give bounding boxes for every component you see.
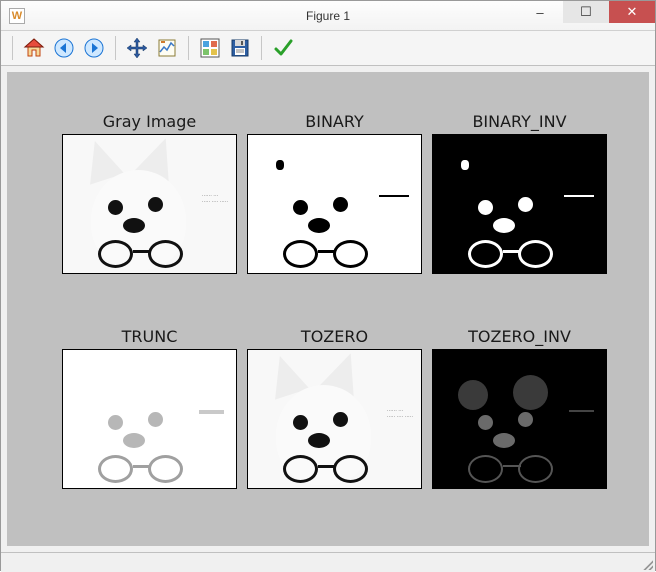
window-controls: – ☐ ✕ — [517, 1, 655, 23]
subplot-image — [432, 134, 607, 274]
figure-canvas[interactable]: Gray Image ······ ········ ···· ····· BI… — [1, 66, 655, 552]
close-button[interactable]: ✕ — [609, 1, 655, 23]
subplots-icon — [199, 37, 221, 59]
subplot-title: TOZERO_INV — [432, 327, 607, 346]
subplot-title: BINARY_INV — [432, 112, 607, 131]
subplot: BINARY — [247, 112, 422, 274]
subplot: BINARY_INV — [432, 112, 607, 274]
toolbar-divider — [261, 36, 262, 60]
minimize-button[interactable]: – — [517, 1, 563, 23]
edit-button[interactable] — [269, 34, 297, 62]
subplot-title: TRUNC — [62, 327, 237, 346]
zoom-icon — [156, 37, 178, 59]
subplot-title: BINARY — [247, 112, 422, 131]
subplot-image — [247, 134, 422, 274]
zoom-button[interactable] — [153, 34, 181, 62]
save-button[interactable] — [226, 34, 254, 62]
back-button[interactable] — [50, 34, 78, 62]
checkmark-icon — [272, 37, 294, 59]
subplot-title: Gray Image — [62, 112, 237, 131]
figure-background: Gray Image ······ ········ ···· ····· BI… — [7, 72, 649, 546]
toolbar-divider — [188, 36, 189, 60]
status-bar — [1, 552, 655, 572]
app-icon: W — [9, 8, 25, 24]
subplot: TRUNC — [62, 327, 237, 489]
pan-icon — [126, 37, 148, 59]
toolbar — [1, 31, 655, 66]
maximize-button[interactable]: ☐ — [563, 1, 609, 23]
subplot-image — [432, 349, 607, 489]
subplot-image — [62, 349, 237, 489]
subplot-image: ······ ········ ···· ····· — [247, 349, 422, 489]
forward-icon — [83, 37, 105, 59]
forward-button[interactable] — [80, 34, 108, 62]
home-icon — [23, 37, 45, 59]
save-icon — [229, 37, 251, 59]
subplot-image: ······ ········ ···· ····· — [62, 134, 237, 274]
title-bar: W Figure 1 – ☐ ✕ — [1, 1, 655, 31]
subplot: Gray Image ······ ········ ···· ····· — [62, 112, 237, 274]
subplot: TOZERO_INV — [432, 327, 607, 489]
toolbar-divider — [115, 36, 116, 60]
resize-grip-icon[interactable] — [641, 558, 653, 570]
subplot-title: TOZERO — [247, 327, 422, 346]
subplot: TOZERO ······ ········ ···· ····· — [247, 327, 422, 489]
configure-subplots-button[interactable] — [196, 34, 224, 62]
toolbar-divider — [12, 36, 13, 60]
back-icon — [53, 37, 75, 59]
pan-button[interactable] — [123, 34, 151, 62]
home-button[interactable] — [20, 34, 48, 62]
